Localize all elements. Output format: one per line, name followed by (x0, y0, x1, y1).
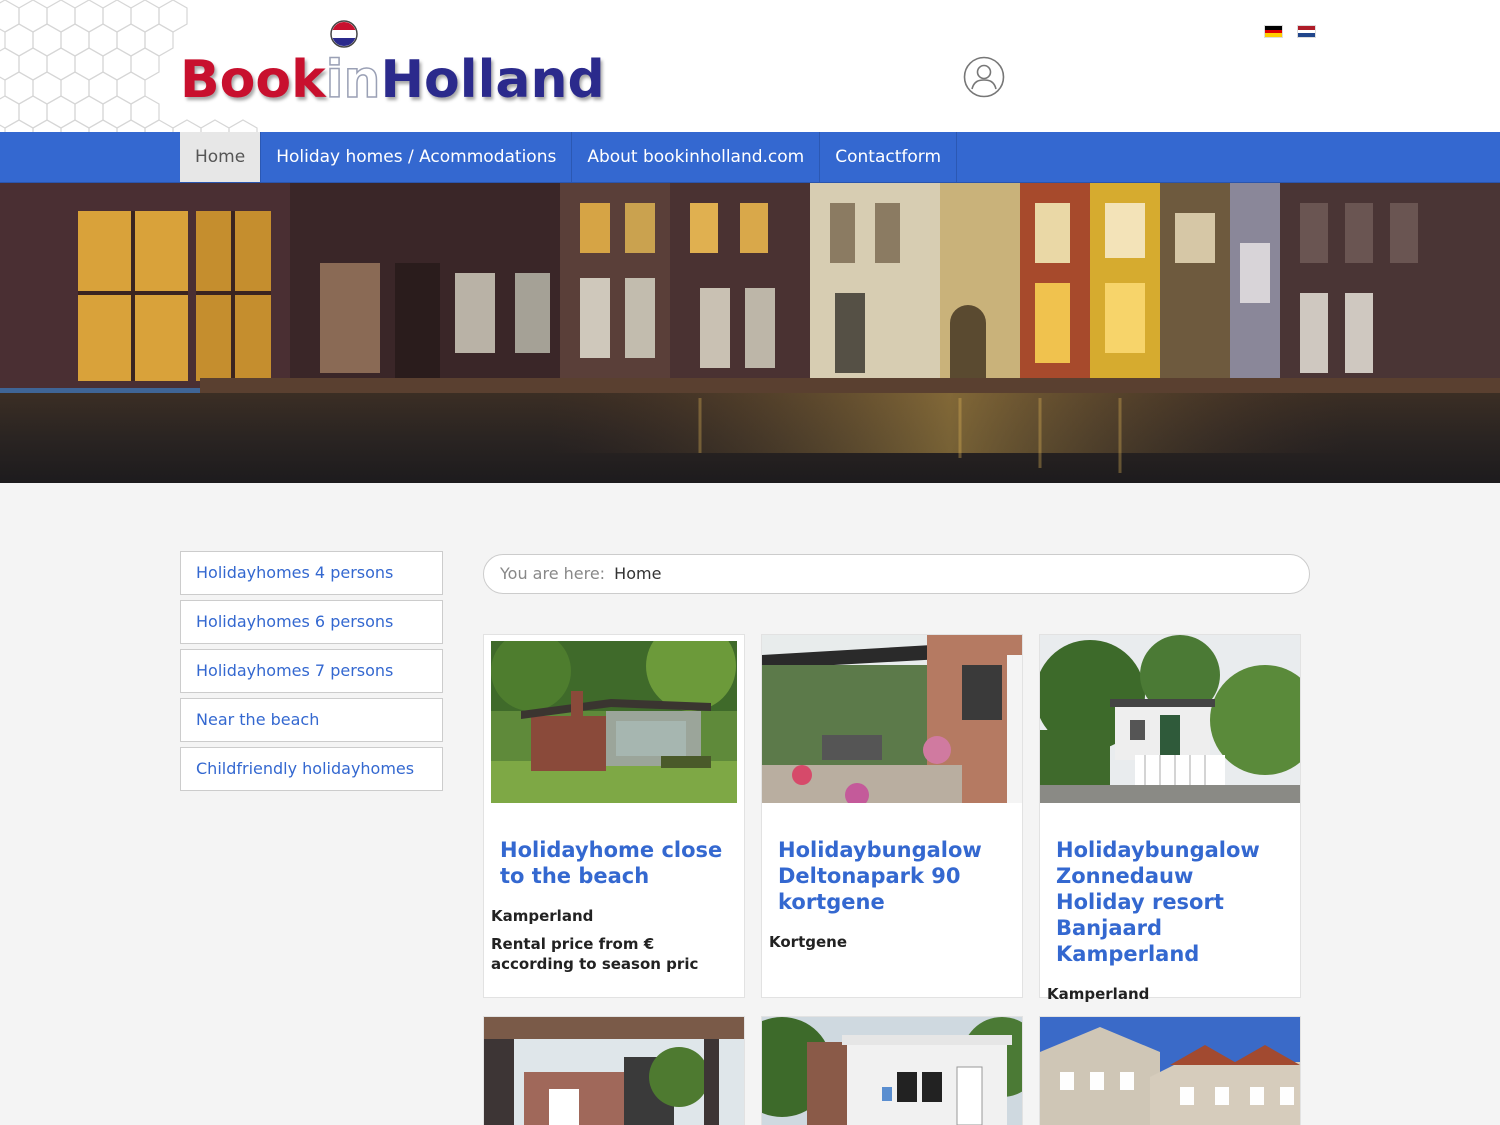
language-flag-dutch-icon[interactable] (1297, 25, 1316, 38)
language-switcher (1264, 25, 1316, 38)
listing-title[interactable]: Holidaybungalow Zonnedauw Holiday resort… (1040, 837, 1300, 967)
listing-card[interactable] (1039, 1016, 1301, 1125)
sidebar-item-near-the-beach[interactable]: Near the beach (180, 698, 443, 742)
nav-item-about[interactable]: About bookinholland.com (572, 132, 821, 182)
site-header: BookinHolland (0, 0, 1500, 132)
sidebar-item-holidayhomes-7-persons[interactable]: Holidayhomes 7 persons (180, 649, 443, 693)
sidebar-item-holidayhomes-6-persons[interactable]: Holidayhomes 6 persons (180, 600, 443, 644)
listing-location: Kortgene (769, 933, 847, 951)
hero-banner-image (0, 183, 1500, 483)
dutch-flag-ball-icon (330, 20, 358, 48)
logo-part-in: in (325, 49, 381, 111)
nav-item-contactform[interactable]: Contactform (820, 132, 958, 182)
listing-title[interactable]: Holidaybungalow Deltonapark 90 kortgene (762, 837, 1022, 915)
main-navigation: Home Holiday homes / Acommodations About… (0, 132, 1500, 183)
listing-card[interactable]: Holidaybungalow Deltonapark 90 kortgene … (761, 634, 1023, 998)
flag-stripe (1298, 33, 1315, 38)
breadcrumb-label: You are here: (500, 564, 606, 583)
listing-photo (1040, 1017, 1300, 1125)
language-flag-german-icon[interactable] (1264, 25, 1283, 38)
listing-photo (491, 641, 737, 803)
listing-location: Kamperland (1047, 985, 1150, 1003)
listing-photo (1040, 635, 1300, 803)
listing-photo (762, 635, 1022, 803)
flag-stripe (1265, 33, 1282, 38)
nav-item-holiday-homes[interactable]: Holiday homes / Acommodations (261, 132, 573, 182)
listing-card[interactable]: Holidaybungalow Zonnedauw Holiday resort… (1039, 634, 1301, 1003)
site-logo[interactable]: BookinHolland (180, 20, 640, 111)
listing-photo (762, 1017, 1022, 1125)
logo-wordmark: BookinHolland (180, 49, 605, 111)
listing-location: Kamperland (491, 907, 594, 925)
nav-item-home[interactable]: Home (180, 132, 262, 182)
user-login-icon[interactable] (963, 56, 1005, 98)
logo-part-holland: Holland (380, 50, 605, 110)
listing-price: Rental price from € according to season … (491, 935, 699, 973)
category-sidebar: Holidayhomes 4 persons Holidayhomes 6 pe… (180, 551, 443, 796)
breadcrumb-current[interactable]: Home (614, 564, 661, 583)
listing-card[interactable]: Holidayhome close to the beach Kamperlan… (483, 634, 745, 998)
listing-photo (484, 1017, 744, 1125)
listing-card[interactable] (761, 1016, 1023, 1125)
listing-card[interactable] (483, 1016, 745, 1125)
sidebar-item-childfriendly[interactable]: Childfriendly holidayhomes (180, 747, 443, 791)
sidebar-item-holidayhomes-4-persons[interactable]: Holidayhomes 4 persons (180, 551, 443, 595)
logo-part-book: Book (180, 50, 326, 110)
listing-title[interactable]: Holidayhome close to the beach (484, 837, 744, 889)
breadcrumb: You are here: Home (483, 554, 1310, 594)
